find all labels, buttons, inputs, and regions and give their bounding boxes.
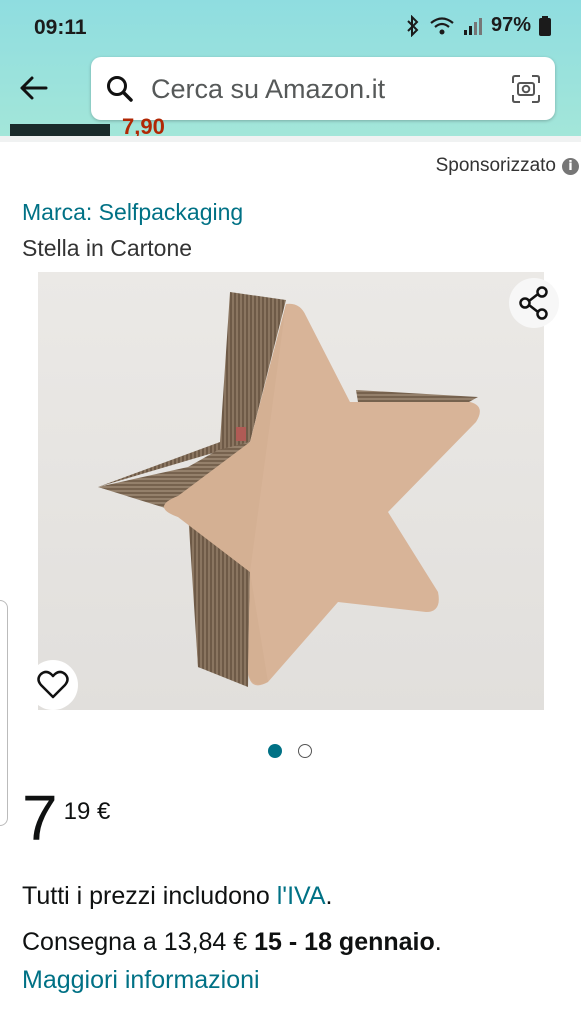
search-bar[interactable] [91,57,555,120]
share-icon [519,286,548,320]
back-arrow-icon[interactable] [16,70,52,106]
image-carousel-dots [268,744,312,758]
camera-scan-icon[interactable] [511,74,541,104]
tax-info: Tutti i prezzi includono l'IVA. [22,882,332,911]
side-handle[interactable] [0,600,8,826]
peek-price: 7,90 [122,118,165,136]
product-image[interactable] [38,272,544,710]
delivery-dates: 15 - 18 gennaio [254,928,435,956]
price-fraction: 19 € [63,798,111,825]
battery-percentage: 97% [490,14,531,36]
delivery-suffix: . [434,928,442,956]
price-whole: 7 [22,782,58,854]
tax-suffix: . [325,882,333,910]
more-info-link[interactable]: Maggiori informazioni [22,966,260,995]
carousel-dot-2[interactable] [298,744,312,758]
section-divider [0,136,581,142]
cardboard-star-image [38,272,544,710]
product-title: Stella in Cartone [22,235,193,261]
wishlist-button[interactable] [28,660,78,710]
battery-icon [539,15,551,36]
peek-bar [10,124,110,136]
sponsored-text: Sponsorizzato [435,155,556,176]
product-price: 7 19 € [22,786,110,850]
search-input[interactable] [149,67,493,111]
iva-link[interactable]: l'IVA [277,882,326,910]
delivery-info: Consegna a 13,84 € 15 - 18 gennaio. [22,928,442,957]
signal-icon [463,17,482,35]
clock: 09:11 [34,16,87,39]
previous-item-peek: 7,90 [0,118,581,136]
status-bar: 09:11 97% [0,0,581,56]
carousel-dot-1[interactable] [268,744,282,758]
delivery-prefix: Consegna a 13,84 € [22,928,255,956]
info-icon[interactable]: i [562,157,579,175]
search-icon [107,76,133,102]
tax-prefix: Tutti i prezzi includono [22,882,277,910]
share-button[interactable] [509,278,559,328]
sponsored-label[interactable]: Sponsorizzato i [436,155,579,177]
app-header: 09:11 97% Cerca su Amazon.it 7,90 [0,0,581,136]
status-icons: 97% [405,14,551,37]
bluetooth-icon [407,14,419,37]
brand-link[interactable]: Marca: Selfpackaging [22,199,243,226]
heart-icon [37,670,69,699]
wifi-icon [430,16,454,34]
